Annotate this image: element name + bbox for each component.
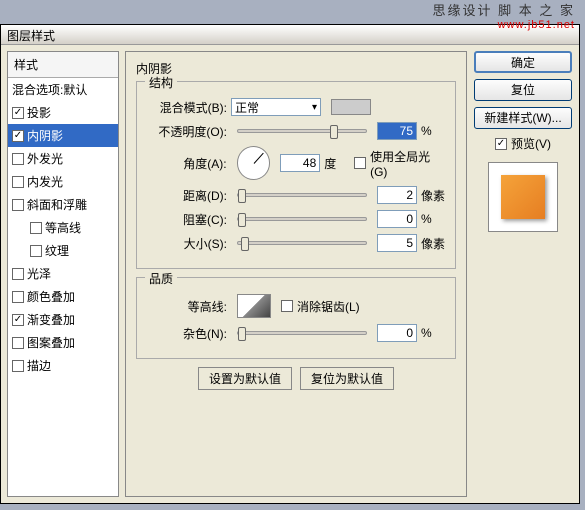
- style-label: 斜面和浮雕: [27, 196, 87, 213]
- choke-input[interactable]: 0: [377, 210, 417, 228]
- style-item-1[interactable]: 内阴影: [8, 124, 118, 147]
- noise-label: 杂色(N):: [145, 325, 227, 342]
- size-unit: 像素: [421, 235, 447, 252]
- cancel-button[interactable]: 复位: [474, 79, 572, 101]
- antialias-label: 消除锯齿(L): [297, 298, 360, 315]
- distance-slider[interactable]: [237, 193, 367, 197]
- style-checkbox[interactable]: [12, 130, 24, 142]
- distance-unit: 像素: [421, 187, 447, 204]
- right-panel: 确定 复位 新建样式(W)... 预览(V): [473, 51, 573, 497]
- angle-label: 角度(A):: [145, 155, 227, 172]
- style-checkbox[interactable]: [12, 360, 24, 372]
- style-checkbox[interactable]: [30, 222, 42, 234]
- preview-label: 预览(V): [511, 135, 551, 152]
- distance-label: 距离(D):: [145, 187, 227, 204]
- style-checkbox[interactable]: [12, 268, 24, 280]
- style-label: 光泽: [27, 265, 51, 282]
- opacity-label: 不透明度(O):: [145, 123, 227, 140]
- opacity-unit: %: [421, 124, 447, 138]
- style-checkbox[interactable]: [12, 199, 24, 211]
- panel-title: 内阴影: [136, 60, 456, 77]
- size-slider[interactable]: [237, 241, 367, 245]
- style-item-6[interactable]: 纹理: [8, 239, 118, 262]
- color-swatch[interactable]: [331, 99, 371, 115]
- style-item-8[interactable]: 颜色叠加: [8, 285, 118, 308]
- antialias-checkbox[interactable]: [281, 300, 293, 312]
- style-checkbox[interactable]: [12, 337, 24, 349]
- ok-button[interactable]: 确定: [474, 51, 572, 73]
- watermark-text: 思缘设计 脚 本 之 家: [433, 0, 575, 19]
- distance-input[interactable]: 2: [377, 186, 417, 204]
- noise-slider[interactable]: [237, 331, 367, 335]
- preview-checkbox[interactable]: [495, 138, 507, 150]
- style-label: 内发光: [27, 173, 63, 190]
- style-label: 内阴影: [27, 127, 63, 144]
- size-input[interactable]: 5: [377, 234, 417, 252]
- style-item-7[interactable]: 光泽: [8, 262, 118, 285]
- style-label: 投影: [27, 104, 51, 121]
- blending-options[interactable]: 混合选项:默认: [8, 78, 118, 101]
- style-label: 纹理: [45, 242, 69, 259]
- noise-input[interactable]: 0: [377, 324, 417, 342]
- style-item-11[interactable]: 描边: [8, 354, 118, 377]
- style-item-3[interactable]: 内发光: [8, 170, 118, 193]
- structure-fieldset: 结构 混合模式(B): 正常 不透明度(O): 75 % 角度(A): 48: [136, 81, 456, 269]
- style-label: 等高线: [45, 219, 81, 236]
- structure-legend: 结构: [145, 74, 177, 91]
- contour-picker[interactable]: [237, 294, 271, 318]
- opacity-input[interactable]: 75: [377, 122, 417, 140]
- style-label: 图案叠加: [27, 334, 75, 351]
- choke-slider[interactable]: [237, 217, 367, 221]
- blend-mode-label: 混合模式(B):: [145, 99, 227, 116]
- angle-input[interactable]: 48: [280, 154, 320, 172]
- blend-mode-select[interactable]: 正常: [231, 98, 321, 116]
- style-label: 描边: [27, 357, 51, 374]
- set-default-button[interactable]: 设置为默认值: [198, 367, 292, 390]
- style-item-10[interactable]: 图案叠加: [8, 331, 118, 354]
- style-label: 渐变叠加: [27, 311, 75, 328]
- quality-legend: 品质: [145, 270, 177, 287]
- size-label: 大小(S):: [145, 235, 227, 252]
- choke-unit: %: [421, 212, 447, 226]
- style-label: 颜色叠加: [27, 288, 75, 305]
- new-style-button[interactable]: 新建样式(W)...: [474, 107, 572, 129]
- opacity-slider[interactable]: [237, 129, 367, 133]
- style-checkbox[interactable]: [12, 107, 24, 119]
- style-item-9[interactable]: 渐变叠加: [8, 308, 118, 331]
- angle-dial[interactable]: [237, 146, 271, 180]
- style-item-0[interactable]: 投影: [8, 101, 118, 124]
- layer-style-dialog: 图层样式 样式 混合选项:默认投影内阴影外发光内发光斜面和浮雕等高线纹理光泽颜色…: [0, 24, 580, 504]
- style-checkbox[interactable]: [12, 153, 24, 165]
- angle-unit: 度: [324, 155, 350, 172]
- reset-default-button[interactable]: 复位为默认值: [300, 367, 394, 390]
- style-item-4[interactable]: 斜面和浮雕: [8, 193, 118, 216]
- choke-label: 阻塞(C):: [145, 211, 227, 228]
- style-checkbox[interactable]: [12, 176, 24, 188]
- style-checkbox[interactable]: [12, 314, 24, 326]
- global-light-checkbox[interactable]: [354, 157, 366, 169]
- style-checkbox[interactable]: [30, 245, 42, 257]
- settings-panel: 内阴影 结构 混合模式(B): 正常 不透明度(O): 75 % 角度(A):: [125, 51, 467, 497]
- style-item-5[interactable]: 等高线: [8, 216, 118, 239]
- styles-panel: 样式 混合选项:默认投影内阴影外发光内发光斜面和浮雕等高线纹理光泽颜色叠加渐变叠…: [7, 51, 119, 497]
- style-item-2[interactable]: 外发光: [8, 147, 118, 170]
- style-checkbox[interactable]: [12, 291, 24, 303]
- watermark-url: www.jb51.net: [433, 19, 575, 31]
- style-label: 外发光: [27, 150, 63, 167]
- noise-unit: %: [421, 326, 447, 340]
- styles-header: 样式: [8, 52, 118, 78]
- global-light-label: 使用全局光(G): [370, 148, 447, 179]
- quality-fieldset: 品质 等高线: 消除锯齿(L) 杂色(N): 0 %: [136, 277, 456, 359]
- contour-label: 等高线:: [145, 298, 227, 315]
- preview-box: [488, 162, 558, 232]
- preview-swatch: [501, 175, 545, 219]
